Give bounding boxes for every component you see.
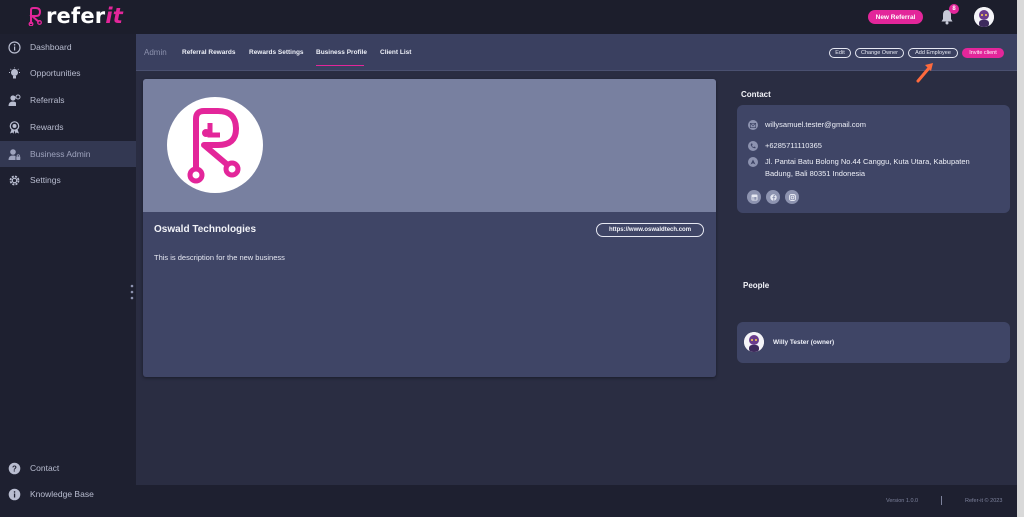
version-text: Version 1.0.0 — [886, 498, 919, 504]
footer-divider — [941, 496, 942, 505]
sidebar-item-dashboard[interactable]: Dashboard — [0, 34, 136, 60]
sidebar-item-label: Opportunities — [30, 68, 81, 78]
user-avatar[interactable] — [974, 7, 994, 27]
phone-icon — [748, 141, 758, 151]
tab-referral-rewards[interactable]: Referral Rewards — [182, 49, 235, 56]
sidebar-item-label: Settings — [30, 175, 61, 185]
contact-email-row: willysamuel.tester@gmail.com — [748, 119, 866, 131]
business-description: This is description for the new business — [154, 253, 285, 262]
sidebar-item-label: Referrals — [30, 95, 65, 105]
new-referral-button[interactable]: New Referral — [868, 10, 923, 24]
sidebar-resize-handle[interactable] — [130, 284, 134, 300]
admin-label: Admin — [144, 48, 167, 57]
page-scrollbar[interactable] — [1017, 0, 1024, 517]
lightbulb-icon — [8, 67, 21, 80]
contact-email[interactable]: willysamuel.tester@gmail.com — [765, 119, 866, 131]
tab-business-profile[interactable]: Business Profile — [316, 49, 367, 56]
invite-client-button[interactable]: Invite client — [962, 48, 1004, 58]
email-icon — [748, 120, 758, 130]
sidebar-item-business-admin[interactable]: Business Admin — [0, 141, 136, 167]
sidebar-item-label: Business Admin — [30, 149, 91, 159]
people-card: Willy Tester (owner) — [737, 322, 1010, 363]
tab-client-list[interactable]: Client List — [380, 49, 411, 56]
contact-phone-row: +6285711110365 — [748, 140, 822, 152]
sidebar-item-label: Contact — [30, 463, 60, 473]
edit-button[interactable]: Edit — [829, 48, 851, 58]
change-owner-button[interactable]: Change Owner — [855, 48, 904, 58]
people-section-title: People — [743, 281, 770, 290]
contact-card: willysamuel.tester@gmail.com +6285711110… — [737, 105, 1010, 213]
sidebar-item-knowledge-base[interactable]: Knowledge Base — [0, 481, 136, 507]
contact-address-row: Jl. Pantai Batu Bolong No.44 Canggu, Kut… — [748, 156, 970, 180]
business-logo — [167, 97, 263, 193]
sidebar-item-opportunities[interactable]: Opportunities — [0, 60, 136, 86]
admin-subnav: Admin Referral Rewards Rewards Settings … — [136, 34, 1024, 71]
instagram-icon[interactable] — [785, 190, 799, 204]
sidebar-item-label: Rewards — [30, 122, 64, 132]
help-icon: ? — [8, 462, 21, 475]
address-line-1: Jl. Pantai Batu Bolong No.44 Canggu, Kut… — [765, 157, 970, 166]
gear-icon — [8, 174, 21, 187]
svg-text:?: ? — [12, 464, 17, 473]
annotation-arrow-icon — [916, 63, 933, 83]
location-icon — [748, 157, 758, 167]
award-icon — [8, 120, 21, 134]
sidebar: Dashboard Opportunities Referrals Reward… — [0, 34, 136, 517]
avatar-image — [974, 7, 994, 27]
top-bar: referit New Referral 8 — [0, 0, 1024, 34]
contact-section-title: Contact — [741, 90, 771, 99]
business-logo-mark-icon — [187, 108, 241, 184]
logo-mark-icon — [28, 7, 42, 26]
info-icon — [8, 488, 21, 501]
sidebar-item-referrals[interactable]: Referrals — [0, 87, 136, 113]
tab-rewards-settings[interactable]: Rewards Settings — [249, 49, 304, 56]
person-avatar — [744, 332, 764, 352]
sidebar-item-settings[interactable]: Settings — [0, 167, 136, 193]
user-cog-icon — [8, 94, 21, 107]
linkedin-icon[interactable] — [747, 190, 761, 204]
notification-count-badge: 8 — [949, 4, 959, 14]
contact-phone[interactable]: +6285711110365 — [765, 140, 822, 152]
logo-wordmark: referit — [46, 4, 123, 28]
user-lock-icon — [8, 148, 21, 161]
person-avatar-image — [744, 332, 764, 352]
address-line-2: Badung, Bali 80351 Indonesia — [765, 169, 866, 178]
person-name[interactable]: Willy Tester (owner) — [773, 339, 834, 346]
business-name: Oswald Technologies — [154, 224, 257, 235]
business-profile-card: Oswald Technologies https://www.oswaldte… — [143, 79, 716, 377]
info-circle-icon — [8, 40, 21, 54]
business-website-link[interactable]: https://www.oswaldtech.com — [596, 223, 704, 237]
sidebar-item-label: Dashboard — [30, 42, 72, 52]
app-logo[interactable]: referit — [28, 4, 123, 28]
footer: Version 1.0.0 Refer-it © 2023 — [136, 485, 1024, 517]
sidebar-item-contact[interactable]: ? Contact — [0, 455, 136, 481]
add-employee-button[interactable]: Add Employee — [908, 48, 958, 58]
facebook-icon[interactable] — [766, 190, 780, 204]
business-banner — [143, 79, 716, 212]
sidebar-item-rewards[interactable]: Rewards — [0, 114, 136, 140]
contact-address: Jl. Pantai Batu Bolong No.44 Canggu, Kut… — [765, 156, 970, 180]
sidebar-item-label: Knowledge Base — [30, 489, 94, 499]
copyright-text: Refer-it © 2023 — [965, 498, 1003, 504]
active-tab-indicator — [316, 65, 364, 66]
